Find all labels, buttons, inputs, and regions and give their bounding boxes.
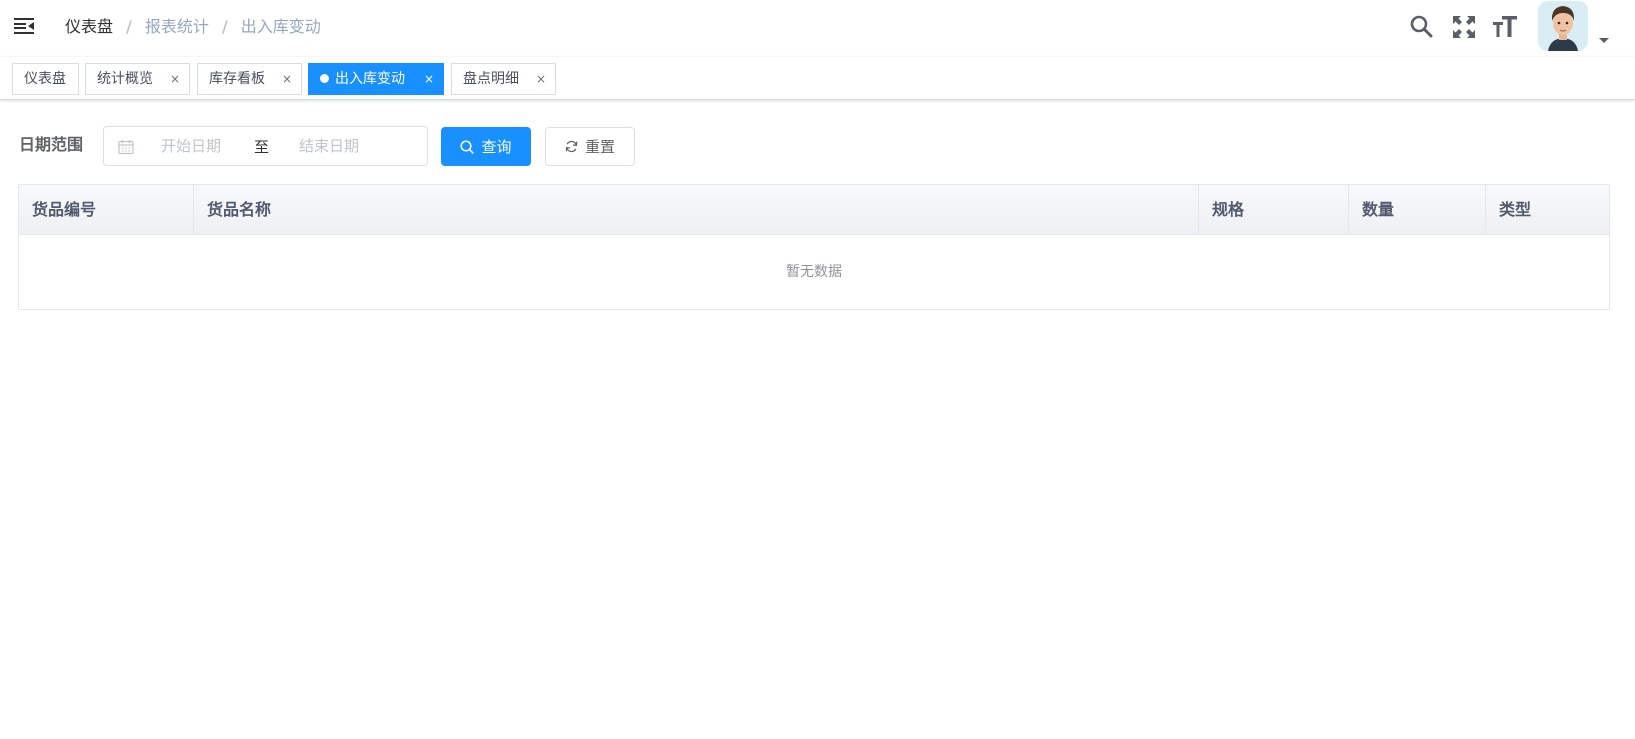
search-icon[interactable] [1408,13,1434,39]
tag-label: 仪表盘 [24,71,66,87]
tag-inventory-board[interactable]: 库存看板 × [197,63,302,95]
tags-view: 仪表盘 统计概览 × 库存看板 × 出入库变动 × 盘点明细 × [0,57,1635,100]
stock-movement-table: 货品编号 货品名称 规格 数量 类型 暂无数据 [18,184,1610,310]
breadcrumb-separator: / [221,17,228,36]
tag-stocktake-detail[interactable]: 盘点明细 × [451,63,556,95]
start-date-input[interactable]: 开始日期 [161,135,251,157]
table-header: 货品编号 货品名称 规格 数量 类型 [19,185,1609,235]
end-date-input[interactable]: 结束日期 [299,135,389,157]
tag-label: 出入库变动 [335,71,405,87]
hamburger-menu-icon[interactable] [14,17,34,35]
date-range-picker[interactable]: 开始日期 至 结束日期 [103,126,428,166]
table-empty-text: 暂无数据 [786,264,842,280]
user-dropdown-caret-icon[interactable] [1599,38,1609,43]
tag-label: 盘点明细 [463,71,519,87]
range-separator: 至 [254,138,270,156]
tag-stock-movement[interactable]: 出入库变动 × [308,63,444,95]
breadcrumb-item-reports: 报表统计 [144,17,209,36]
breadcrumb-separator: / [126,17,132,36]
column-header-type: 类型 [1499,200,1532,219]
column-header-name: 货品名称 [194,185,1199,235]
date-range-label: 日期范围 [19,135,84,154]
column-header-sku: 货品编号 [19,185,194,235]
reset-button-label: 重置 [584,138,615,156]
font-size-icon[interactable] [1492,14,1518,40]
close-icon[interactable]: × [424,64,434,94]
tag-dashboard[interactable]: 仪表盘 [12,63,79,95]
tag-label: 统计概览 [97,71,153,87]
search-button-label: 查询 [481,138,512,156]
close-icon[interactable]: × [170,64,180,94]
user-avatar[interactable] [1538,1,1588,51]
breadcrumb-item-current: 出入库变动 [240,17,321,36]
reset-button[interactable]: 重置 [545,127,635,166]
close-icon[interactable]: × [536,64,546,94]
column-header-spec: 规格 [1199,185,1349,235]
refresh-icon [565,140,578,153]
column-header-quantity: 数量 [1349,185,1486,235]
breadcrumb-item-dashboard[interactable]: 仪表盘 [65,16,113,38]
tag-stats-overview[interactable]: 统计概览 × [85,63,190,95]
tag-label: 库存看板 [209,71,265,87]
fullscreen-icon[interactable] [1451,14,1477,40]
navbar: 仪表盘 / 报表统计 / 出入库变动 [0,0,1635,57]
search-icon [460,139,475,154]
search-button[interactable]: 查询 [441,127,531,166]
active-dot-icon [320,74,329,83]
close-icon[interactable]: × [282,64,292,94]
breadcrumb: 仪表盘 / 报表统计 / 出入库变动 [65,16,321,38]
calendar-icon [118,139,134,159]
